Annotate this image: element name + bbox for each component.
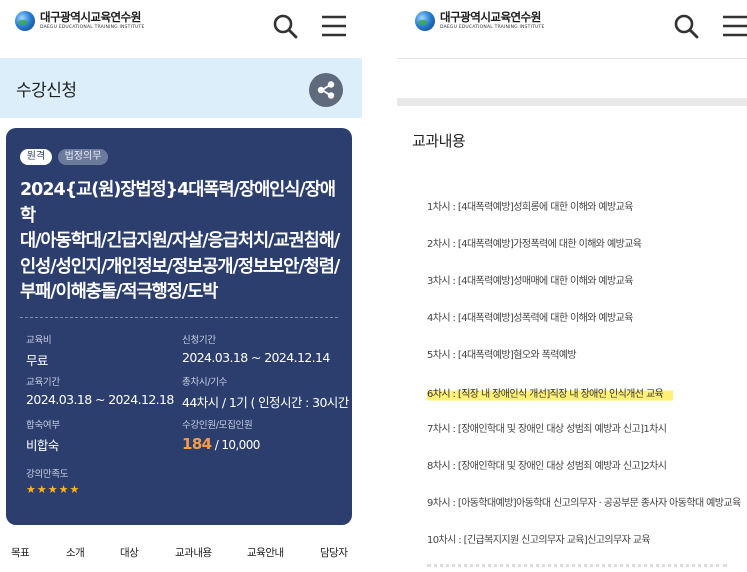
capacity-total: / 10,000 xyxy=(211,438,261,452)
info-fee: 교육비 무료 xyxy=(26,332,52,369)
tab-contact[interactable]: 담당자 xyxy=(320,545,348,560)
header: 대구광역시교육연수원 DAEGU EDUCATIONAL TRAINING IN… xyxy=(0,0,362,52)
tag-online: 원격 xyxy=(20,149,52,165)
tab-intro[interactable]: 소개 xyxy=(66,545,85,560)
right-screen: 대구광역시교육연수원 DAEGU EDUCATIONAL TRAINING IN… xyxy=(397,0,747,572)
logo-title: 대구광역시교육연수원 xyxy=(40,10,141,24)
hamburger-menu-icon[interactable] xyxy=(321,15,347,37)
info-satisfaction: 강의만족도 ★ ★ ★ ★ ★ xyxy=(26,466,79,495)
accommodation-value: 비합숙 xyxy=(26,438,59,453)
capacity-label: 수강인원/모집인원 xyxy=(182,420,253,431)
info-accommodation: 합숙여부 비합숙 xyxy=(26,417,60,454)
course-title-line: 대/아동학대/긴급지원/자살/응급처치/교권침해/ xyxy=(20,231,340,251)
curriculum-item: 2차시 : [4대폭력예방]가정폭력에 대한 이해와 예방교육 xyxy=(427,239,642,250)
capacity-value: 184 / 10,000 xyxy=(182,435,260,453)
course-card: 원격 법정의무 2024{교(원)장법정}4대폭력/장애인식/장애학 대/아동학… xyxy=(6,128,352,525)
curriculum-item-highlighted: 6차시 : [직장 내 장애인식 개선]직장 내 장애인 인식개선 교육 xyxy=(427,383,674,402)
curriculum-item: 5차시 : [4대폭력예방]혐오와 폭력예방 xyxy=(427,350,577,361)
info-sessions: 총차시/기수 44차시 / 1기 ( 인정시간 : 30시간 10분 xyxy=(182,374,352,411)
left-screen: 대구광역시교육연수원 DAEGU EDUCATIONAL TRAINING IN… xyxy=(0,0,362,572)
share-icon xyxy=(317,81,335,99)
apply-period-label: 신청기간 xyxy=(182,335,216,346)
curriculum-item: 9차시 : [아동학대예방]아동학대 신고의무자 · 공공부문 종사자 아동학대… xyxy=(427,498,741,509)
course-title-line: 2024{교(원)장법정}4대폭력/장애인식/장애학 xyxy=(20,180,336,226)
accommodation-label: 합숙여부 xyxy=(26,420,60,431)
course-title-line: 인성/성인지/개인정보/정보공개/정보보안/청렴/ xyxy=(20,256,340,277)
tab-guide[interactable]: 교육안내 xyxy=(247,545,284,560)
search-icon[interactable] xyxy=(272,13,298,39)
tab-goal[interactable]: 목표 xyxy=(11,545,30,560)
section-separator xyxy=(397,98,747,106)
logo-subtitle: DAEGU EDUCATIONAL TRAINING INSTITUTE xyxy=(440,24,545,30)
curriculum-item: 3차시 : [4대폭력예방]성매매에 대한 이해와 예방교육 xyxy=(427,276,633,287)
star-icon: ★ xyxy=(26,483,36,496)
info-capacity: 수강인원/모집인원 184 / 10,000 xyxy=(182,417,260,453)
search-icon[interactable] xyxy=(673,13,699,39)
star-icon: ★ xyxy=(36,483,47,496)
edu-period-value: 2024.03.18 ~ 2024.12.18 xyxy=(26,392,174,407)
page-title-bar: 수강신청 xyxy=(0,58,362,118)
star-icon: ★ xyxy=(47,483,58,496)
satisfaction-label: 강의만족도 xyxy=(26,469,69,480)
sessions-value: 44차시 / 1기 ( 인정시간 : 30시간 10분 xyxy=(182,395,352,410)
header-divider xyxy=(397,58,747,59)
info-edu-period: 교육기간 2024.03.18 ~ 2024.12.18 xyxy=(26,374,174,407)
course-title: 2024{교(원)장법정}4대폭력/장애인식/장애학 대/아동학대/긴급지원/자… xyxy=(20,178,342,306)
fee-label: 교육비 xyxy=(26,335,52,346)
card-divider xyxy=(20,317,338,318)
star-icon: ★ xyxy=(69,483,80,496)
curriculum-item: 1차시 : [4대폭력예방]성희롱에 대한 이해와 예방교육 xyxy=(427,202,633,213)
globe-logo-icon xyxy=(15,11,35,31)
capacity-current: 184 xyxy=(182,435,212,453)
curriculum-item: 4차시 : [4대폭력예방]성폭력에 대한 이해와 예방교육 xyxy=(427,313,633,324)
bottom-tab-nav: 목표 소개 대상 교과내용 교육안내 담당자 xyxy=(0,540,362,564)
hamburger-menu-icon[interactable] xyxy=(722,15,747,37)
tab-curriculum[interactable]: 교과내용 xyxy=(175,545,212,560)
section-title: 교과내용 xyxy=(412,132,466,150)
edu-period-label: 교육기간 xyxy=(26,377,60,388)
clipped-next-item xyxy=(427,564,727,572)
course-title-line: 부패/이해충돌/적극행정/도박 xyxy=(20,282,218,302)
curriculum-item: 10차시 : [긴급복지지원 신고의무자 교육]신고의무자 교육 xyxy=(427,535,651,546)
logo-title: 대구광역시교육연수원 xyxy=(440,10,541,24)
info-apply-period: 신청기간 2024.03.18 ~ 2024.12.14 xyxy=(182,332,330,365)
curriculum-item: 8차시 : [장애인학대 및 장애인 대상 성범죄 예방과 신고]2차시 xyxy=(427,461,667,472)
curriculum-item: 7차시 : [장애인학대 및 장애인 대상 성범죄 예방과 신고]1차시 xyxy=(427,424,667,435)
logo-subtitle: DAEGU EDUCATIONAL TRAINING INSTITUTE xyxy=(40,24,145,30)
apply-period-value: 2024.03.18 ~ 2024.12.14 xyxy=(182,350,330,365)
share-button[interactable] xyxy=(309,73,343,107)
tab-target[interactable]: 대상 xyxy=(120,545,139,560)
fee-value: 무료 xyxy=(26,353,48,368)
sessions-label: 총차시/기수 xyxy=(182,377,228,388)
star-icon: ★ xyxy=(58,483,69,496)
tag-legal-mandatory: 법정의무 xyxy=(58,149,108,165)
header: 대구광역시교육연수원 DAEGU EDUCATIONAL TRAINING IN… xyxy=(397,0,747,52)
satisfaction-stars: ★ ★ ★ ★ ★ xyxy=(26,484,79,495)
globe-logo-icon xyxy=(415,11,435,31)
screen-gap xyxy=(362,0,397,572)
site-logo[interactable]: 대구광역시교육연수원 DAEGU EDUCATIONAL TRAINING IN… xyxy=(415,11,545,31)
site-logo[interactable]: 대구광역시교육연수원 DAEGU EDUCATIONAL TRAINING IN… xyxy=(15,11,145,31)
page-title: 수강신청 xyxy=(16,81,77,101)
